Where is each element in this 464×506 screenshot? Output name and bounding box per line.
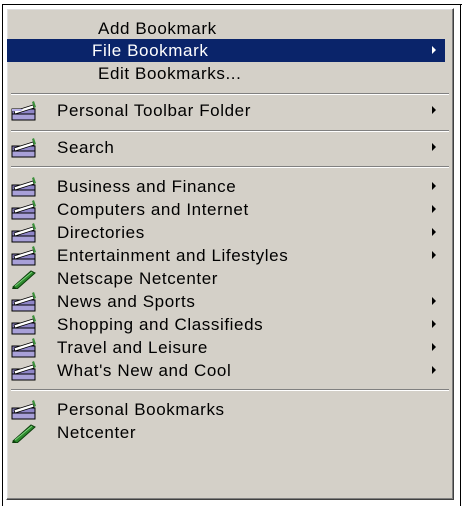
menu-item-file-bookmark[interactable]: File Bookmark (7, 39, 445, 62)
submenu-arrow-icon (432, 251, 436, 259)
folder-icon (11, 101, 36, 121)
submenu-arrow-icon (432, 343, 436, 351)
submenu-arrow-icon (432, 205, 436, 213)
menu-item-label: Directories (57, 222, 145, 242)
menu-item-netcenter[interactable]: Netcenter (11, 421, 445, 444)
folder-icon (11, 361, 36, 381)
menu-item-personal-toolbar-folder[interactable]: Personal Toolbar Folder (11, 99, 445, 122)
submenu-arrow-icon (432, 143, 436, 151)
menu-item-label: File Bookmark (92, 40, 209, 60)
menu-item-label: Netcenter (57, 422, 137, 442)
menu-item-label: Shopping and Classifieds (57, 314, 264, 334)
menu-item-directories[interactable]: Directories (11, 221, 445, 244)
menu-item-edit-bookmarks[interactable]: Edit Bookmarks... (47, 62, 464, 85)
folder-icon (11, 292, 36, 312)
menu-item-label: Business and Finance (57, 176, 237, 196)
folder-icon (11, 177, 36, 197)
menu-item-label: Add Bookmark (98, 18, 217, 38)
folder-icon (11, 315, 36, 335)
bookmark-icon (12, 424, 36, 443)
submenu-arrow-icon (432, 320, 436, 328)
menu-separator (11, 166, 449, 168)
submenu-arrow-icon (432, 46, 436, 54)
submenu-arrow-icon (432, 106, 436, 114)
menu-item-label: Search (57, 137, 115, 157)
menu-item-news-and-sports[interactable]: News and Sports (11, 290, 445, 313)
menu-item-search[interactable]: Search (11, 136, 445, 159)
submenu-arrow-icon (432, 366, 436, 374)
menu-item-entertainment-and-lifestyles[interactable]: Entertainment and Lifestyles (11, 244, 445, 267)
menu-item-add-bookmark[interactable]: Add Bookmark (47, 17, 464, 40)
frame-left-border (2, 4, 3, 506)
folder-icon (11, 400, 36, 420)
bookmarks-menu: Add Bookmark File Bookmark Edit Bookmark… (6, 8, 454, 500)
menu-item-label: Personal Bookmarks (57, 399, 225, 419)
menu-item-whats-new-and-cool[interactable]: What's New and Cool (11, 359, 445, 382)
menu-separator (11, 130, 449, 132)
menu-item-netscape-netcenter[interactable]: Netscape Netcenter (11, 267, 445, 290)
submenu-arrow-icon (432, 297, 436, 305)
folder-icon (11, 223, 36, 243)
menu-item-shopping-and-classifieds[interactable]: Shopping and Classifieds (11, 313, 445, 336)
folder-icon (11, 138, 36, 158)
submenu-arrow-icon (432, 182, 436, 190)
menu-item-computers-and-internet[interactable]: Computers and Internet (11, 198, 445, 221)
frame-top-border (2, 4, 462, 5)
folder-icon (11, 200, 36, 220)
folder-icon (11, 246, 36, 266)
menu-item-travel-and-leisure[interactable]: Travel and Leisure (11, 336, 445, 359)
menu-item-business-and-finance[interactable]: Business and Finance (11, 175, 445, 198)
menu-item-label: Entertainment and Lifestyles (57, 245, 289, 265)
menu-item-label: Netscape Netcenter (57, 268, 219, 288)
menu-separator (11, 93, 449, 95)
menu-item-label: What's New and Cool (57, 360, 232, 380)
menu-item-label: Travel and Leisure (57, 337, 208, 357)
menu-item-label: Personal Toolbar Folder (57, 100, 251, 120)
menu-item-label: Edit Bookmarks... (98, 63, 242, 83)
menu-item-label: Computers and Internet (57, 199, 249, 219)
menu-item-personal-bookmarks[interactable]: Personal Bookmarks (11, 398, 445, 421)
menu-separator (11, 389, 449, 391)
submenu-arrow-icon (432, 228, 436, 236)
folder-icon (11, 338, 36, 358)
bookmark-icon (12, 270, 36, 289)
menu-item-label: News and Sports (57, 291, 196, 311)
